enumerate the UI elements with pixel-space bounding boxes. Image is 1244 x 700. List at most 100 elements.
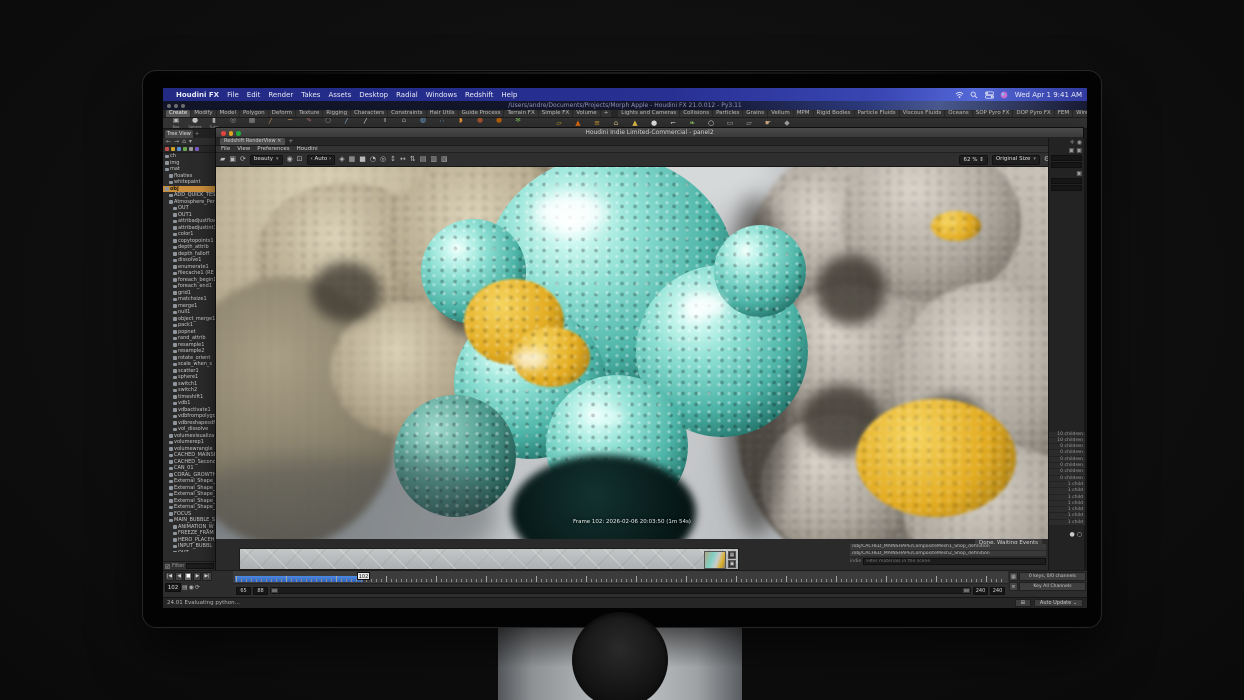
shelf-tab-characters[interactable]: Characters xyxy=(351,110,387,117)
shelf-tab-fem[interactable]: FEM xyxy=(1055,110,1072,117)
fit-icon[interactable]: ↔ xyxy=(400,156,406,163)
menu-render[interactable]: Render xyxy=(268,91,293,99)
image-size-select[interactable]: Original Size▾ xyxy=(992,155,1040,165)
stop-button[interactable]: ■ xyxy=(184,572,192,581)
menu-desktop[interactable]: Desktop xyxy=(359,91,388,99)
minimize-window-button[interactable] xyxy=(174,104,178,108)
range-end-field[interactable]: 240 xyxy=(990,587,1005,595)
balloon-tool-icon[interactable]: ○ xyxy=(706,120,716,127)
side-field[interactable] xyxy=(1051,155,1082,161)
shelf-tab-model[interactable]: Model xyxy=(217,110,240,117)
gold-pile-tool-icon[interactable]: ▲ xyxy=(630,120,640,127)
feather-tool-icon[interactable]: ❧ xyxy=(687,120,697,127)
maximize-button[interactable] xyxy=(236,131,241,136)
crop-icon[interactable]: ⊡ xyxy=(297,156,303,163)
render-pass-select[interactable]: beauty▾ xyxy=(250,155,283,165)
zoom-level-field[interactable]: 62 % ⇕ xyxy=(959,155,987,165)
range-start-field[interactable]: 65 xyxy=(236,587,251,595)
strip-grid-icon[interactable]: ▦ xyxy=(728,551,736,559)
controller-tool-icon[interactable]: ◆ xyxy=(782,120,792,127)
clock-icon[interactable]: ◔ xyxy=(370,156,376,163)
snowball-tool-icon[interactable]: ● xyxy=(649,120,659,127)
auto-update-select[interactable]: Auto Update ⌄ xyxy=(1034,599,1083,607)
expand-icon[interactable]: ↕ xyxy=(390,156,396,163)
render-viewport[interactable]: Frame 102: 2026-02-06 20:03:50 (1m 54s) xyxy=(216,167,1048,539)
key-all-channels-button[interactable]: Key All Channels xyxy=(1019,582,1086,591)
shelf-tab-lights-and-cameras[interactable]: Lights and Cameras xyxy=(618,110,679,117)
shelf-tab-terrain-fx[interactable]: Terrain FX xyxy=(504,110,537,117)
tree-node-out[interactable]: OUT xyxy=(163,550,216,553)
shelf-tab-simple-fx[interactable]: Simple FX xyxy=(539,110,572,117)
material-row[interactable]: /obj/CACHED_MAINSHAPE/CompositeMesh2_Sho… xyxy=(850,551,1046,558)
search-icon[interactable] xyxy=(970,91,979,99)
memory-field[interactable]: ⊞ xyxy=(1015,599,1031,607)
shelf-tab-collisions[interactable]: Collisions xyxy=(680,110,712,117)
side-field[interactable] xyxy=(1051,178,1082,184)
shelf-tab-create[interactable]: Create xyxy=(166,110,190,117)
bone-tool-icon[interactable]: ⌐ xyxy=(668,120,678,127)
auto-select[interactable]: ‹ Auto › xyxy=(307,155,336,165)
shelf-tab-mpm[interactable]: MPM xyxy=(794,110,813,117)
channel-icon[interactable]: ≡ xyxy=(1009,582,1018,591)
render-icon[interactable]: ◉ xyxy=(287,156,293,163)
renderview-menu-view[interactable]: View xyxy=(237,146,250,152)
shelf-tab-vellum[interactable]: Vellum xyxy=(768,110,793,117)
playback-start-field[interactable]: 88 xyxy=(253,587,268,595)
shelf-tab-rigid-bodies[interactable]: Rigid Bodies xyxy=(814,110,854,117)
shelf-tab-dop-pyro-fx[interactable]: DOP Pyro FX xyxy=(1013,110,1053,117)
stamp-a-icon[interactable]: ▣ xyxy=(1069,147,1075,154)
close-button[interactable] xyxy=(221,131,226,136)
lock-icon[interactable]: ◈ xyxy=(339,156,344,163)
stamp-c-icon[interactable]: ▣ xyxy=(1076,170,1082,177)
whisk-tool-icon[interactable]: ≡ xyxy=(592,120,602,127)
wifi-icon[interactable] xyxy=(955,91,964,99)
shelf-tab-guide-process[interactable]: Guide Process xyxy=(459,110,504,117)
snapshot-cam-icon[interactable]: ◉ xyxy=(1077,139,1082,146)
back-icon[interactable]: ← xyxy=(166,138,171,145)
minimize-button[interactable] xyxy=(229,131,234,136)
flag-gray-icon[interactable] xyxy=(189,147,193,151)
jump-start-button[interactable]: |◀ xyxy=(165,572,174,581)
sphere-tool-icon[interactable]: ●Sphere xyxy=(190,118,200,129)
grid-icon[interactable]: ▦ xyxy=(349,156,356,163)
panel-left-icon[interactable]: ▤ xyxy=(420,156,427,163)
chevron-down-icon[interactable]: ▾ xyxy=(189,138,192,145)
panel2-titlebar[interactable]: Houdini Indie Limited-Commercial - panel… xyxy=(216,128,1083,138)
sand-castle-tool-icon[interactable]: ⌂ xyxy=(611,120,621,127)
render-thumbnail[interactable] xyxy=(704,551,726,569)
toggle-off-icon[interactable]: ○ xyxy=(1077,531,1082,538)
swatch-icon[interactable]: ■ xyxy=(359,156,366,163)
menu-edit[interactable]: Edit xyxy=(247,91,261,99)
panel-bottom-icon[interactable]: ▧ xyxy=(441,156,448,163)
box-tool-icon[interactable]: ▣Box xyxy=(171,118,181,129)
fire-tool-icon[interactable]: ▲ xyxy=(573,120,583,127)
renderview-menu-houdini[interactable]: Houdini xyxy=(297,146,318,152)
menu-takes[interactable]: Takes xyxy=(301,91,320,99)
shelf-tab-deform[interactable]: Deform xyxy=(269,110,295,117)
shelf-tab-wires[interactable]: Wires xyxy=(1073,110,1087,117)
current-frame-field[interactable]: 102 xyxy=(165,583,181,592)
menu-help[interactable]: Help xyxy=(501,91,517,99)
shelf-tab-grains[interactable]: Grains xyxy=(743,110,767,117)
shelf-tab-hair-utils[interactable]: Hair Utils xyxy=(427,110,458,117)
vellum-cloth-tool-icon[interactable]: ▱ xyxy=(554,120,564,127)
menu-houdini-fx[interactable]: Houdini FX xyxy=(176,91,219,99)
refresh-icon[interactable]: ⟳ xyxy=(240,156,246,163)
play-button[interactable]: ▶ xyxy=(193,572,201,581)
zoom-window-button[interactable] xyxy=(181,104,185,108)
timeline-ruler[interactable]: 102 xyxy=(233,570,1008,583)
flag-blue-icon[interactable] xyxy=(177,147,181,151)
flag-yellow-icon[interactable] xyxy=(171,147,175,151)
shelf-tab-polygon[interactable]: Polygon xyxy=(240,110,268,117)
panel-right-icon[interactable]: ▥ xyxy=(430,156,437,163)
range-handle-right[interactable] xyxy=(963,588,970,593)
snapshot-add-icon[interactable]: ✛ xyxy=(1070,139,1075,146)
shelf-tab-texture[interactable]: Texture xyxy=(296,110,322,117)
flag-purple-icon[interactable] xyxy=(195,147,199,151)
shelf-tab-oceans[interactable]: Oceans xyxy=(945,110,971,117)
motion-preview-strip[interactable]: ▦ ▣ xyxy=(239,548,739,570)
shelf-tab-rigging[interactable]: Rigging xyxy=(323,110,350,117)
stamp-b-icon[interactable]: ▣ xyxy=(1076,147,1082,154)
menu-file[interactable]: File xyxy=(227,91,239,99)
playback-end-field[interactable]: 240 xyxy=(973,587,988,595)
